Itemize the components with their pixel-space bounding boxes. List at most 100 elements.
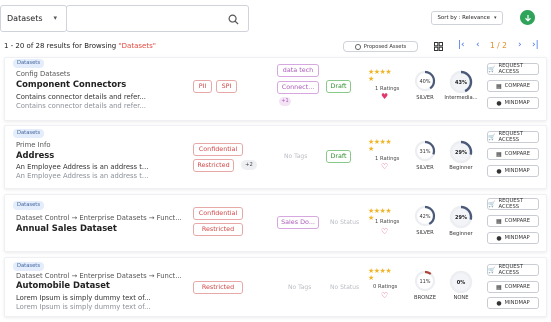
compare-icon: ▦ xyxy=(495,82,502,90)
cart-icon: 🛒 xyxy=(488,266,496,274)
request-access-button[interactable]: 🛒 REQUEST ACCESS xyxy=(487,63,539,75)
more-tags-badge[interactable]: +2 xyxy=(241,160,257,170)
maturity-score-value: 29% xyxy=(455,150,467,156)
quality-score-value: 40% xyxy=(419,79,430,85)
dataset-description-secondary: An Employee Address is an address t... xyxy=(16,172,149,180)
classification-tag: Restricted xyxy=(193,281,243,294)
next-page-icon[interactable]: › xyxy=(518,40,522,50)
mindmap-button[interactable]: ● MINDMAP xyxy=(487,297,539,309)
maturity-level-label: Beginner xyxy=(449,231,473,237)
cart-icon: 🛒 xyxy=(488,133,496,141)
grid-view-icon[interactable] xyxy=(434,42,443,51)
quality-score-value: 31% xyxy=(419,149,430,155)
dataset-description: Lorem Ipsum is simply dummy text of... xyxy=(16,294,151,302)
compare-label: COMPARE xyxy=(504,83,531,89)
quality-tier-label: SILVER xyxy=(416,95,434,101)
quality-score-ring: 31% xyxy=(414,140,436,162)
quality-score-ring: 40% xyxy=(414,70,436,92)
classification-tag: Restricted xyxy=(193,159,234,172)
no-status-label: No Status xyxy=(330,219,360,226)
compare-button[interactable]: ▦ COMPARE xyxy=(487,80,539,92)
request-access-button[interactable]: 🛒 REQUEST ACCESS xyxy=(487,198,539,210)
mindmap-label: MINDMAP xyxy=(504,168,530,174)
compare-button[interactable]: ▦ COMPARE xyxy=(487,148,539,160)
cart-icon: 🛒 xyxy=(488,65,496,73)
favorite-heart-icon[interactable]: ♥ xyxy=(381,93,388,101)
sort-dropdown[interactable]: Sort by : Relevance ▾ xyxy=(431,11,503,25)
dataset-title[interactable]: Automobile Dataset xyxy=(16,280,110,290)
maturity-score-ring: 43% xyxy=(449,70,473,94)
floating-action-button[interactable] xyxy=(520,10,535,25)
rating-count: 0 Ratings xyxy=(373,284,398,290)
search-icon[interactable] xyxy=(228,14,239,25)
category-dropdown[interactable]: Datasets ▾ xyxy=(0,5,67,32)
map-pin-icon: ● xyxy=(496,234,502,242)
maturity-score-value: 0% xyxy=(457,280,466,286)
dataset-title[interactable]: Address xyxy=(16,150,54,160)
mindmap-label: MINDMAP xyxy=(504,100,530,106)
last-page-icon[interactable]: ›| xyxy=(532,40,539,50)
mindmap-label: MINDMAP xyxy=(504,235,530,241)
favorite-heart-icon[interactable]: ♡ xyxy=(381,292,388,300)
star-rating: ★★★★ ★ xyxy=(368,138,392,153)
dataset-description: An Employee Address is an address t... xyxy=(16,163,149,171)
dataset-title[interactable]: Annual Sales Dataset xyxy=(16,223,117,233)
request-access-label: REQUEST ACCESS xyxy=(498,264,523,276)
map-pin-icon: ● xyxy=(496,99,502,107)
category-dropdown-label: Datasets xyxy=(7,14,43,23)
first-page-icon[interactable]: |‹ xyxy=(458,40,465,50)
map-pin-icon: ● xyxy=(496,299,502,307)
compare-button[interactable]: ▦ COMPARE xyxy=(487,215,539,227)
business-tag: data tech xyxy=(277,64,319,77)
maturity-level-label: Intermedia... xyxy=(444,95,478,101)
compare-button[interactable]: ▦ COMPARE xyxy=(487,281,539,293)
business-tag: Sales Do... xyxy=(277,216,319,229)
results-summary: 1 - 20 of 28 results for Browsing "Datas… xyxy=(4,42,156,50)
maturity-score-ring: 29% xyxy=(449,140,473,164)
favorite-heart-icon[interactable]: ♡ xyxy=(381,163,388,171)
arrow-down-icon xyxy=(524,14,531,22)
breadcrumb: Config Datasets xyxy=(16,70,71,78)
chevron-down-icon: ▾ xyxy=(53,14,57,22)
quality-tier-label: BRONZE xyxy=(414,295,436,301)
dataset-description: Contains connector details and refer... xyxy=(16,93,146,101)
request-access-button[interactable]: 🛒 REQUEST ACCESS xyxy=(487,264,539,276)
search-field[interactable] xyxy=(71,6,221,31)
proposed-assets-button[interactable]: Proposed Assets xyxy=(343,41,418,52)
page-indicator: 1 / 2 xyxy=(490,41,507,50)
classification-tag: PII xyxy=(193,80,212,93)
compare-label: COMPARE xyxy=(504,218,531,224)
request-access-label: REQUEST ACCESS xyxy=(498,131,523,143)
dataset-description-secondary: Contains connector details and refer... xyxy=(16,102,146,110)
maturity-score-ring: 0% xyxy=(449,270,473,294)
proposed-assets-icon xyxy=(354,43,361,50)
maturity-score-ring: 29% xyxy=(449,205,473,229)
breadcrumb: Prime Info xyxy=(16,141,51,149)
compare-label: COMPARE xyxy=(504,284,531,290)
search-input[interactable] xyxy=(66,5,249,32)
classification-tag: Confidential xyxy=(193,207,243,220)
dataset-description-secondary: Lorem Ipsum is simply dummy text of... xyxy=(16,303,151,311)
results-query: "Datasets" xyxy=(118,42,156,50)
no-tags-label: No Tags xyxy=(288,284,312,291)
mindmap-button[interactable]: ● MINDMAP xyxy=(487,97,539,109)
mindmap-button[interactable]: ● MINDMAP xyxy=(487,232,539,244)
dataset-title[interactable]: Component Connectors xyxy=(16,79,126,89)
no-tags-label: No Tags xyxy=(284,153,308,160)
asset-type-badge: Datasets xyxy=(13,262,45,271)
asset-type-badge: Datasets xyxy=(13,129,45,138)
mindmap-button[interactable]: ● MINDMAP xyxy=(487,165,539,177)
status-badge: Draft xyxy=(326,150,351,163)
quality-score-ring: 42% xyxy=(414,205,436,227)
results-count: 1 - 20 of 28 results for Browsing xyxy=(4,42,119,50)
more-tags-badge[interactable]: +1 xyxy=(279,97,291,106)
asset-type-badge: Datasets xyxy=(13,201,45,210)
favorite-heart-icon[interactable]: ♡ xyxy=(381,228,388,236)
mindmap-label: MINDMAP xyxy=(504,300,530,306)
star-rating: ★★★★ ★ xyxy=(368,267,392,282)
request-access-button[interactable]: 🛒 REQUEST ACCESS xyxy=(487,131,539,143)
prev-page-icon[interactable]: ‹ xyxy=(476,40,480,50)
request-access-label: REQUEST ACCESS xyxy=(498,198,523,210)
compare-icon: ▦ xyxy=(495,217,502,225)
sort-dropdown-label: Sort by : Relevance xyxy=(437,15,490,21)
